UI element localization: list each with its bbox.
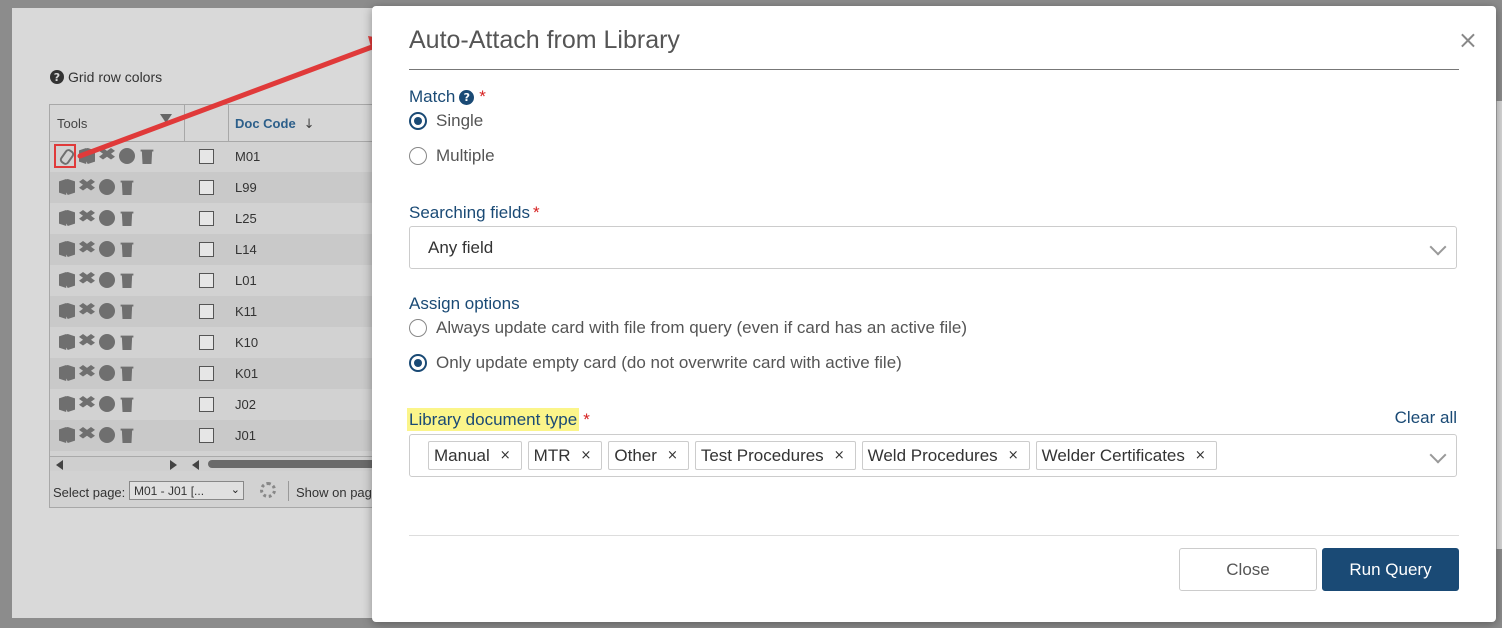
help-icon[interactable]: ? — [459, 90, 475, 105]
selected-tags: Manual × MTR × Other × Test Procedures × Weld Pr… — [428, 441, 1217, 470]
auto-attach-dialog: Auto-Attach from Library × Match? * Singl… — [372, 6, 1496, 622]
assign-always-update-radio[interactable]: Always update card with file from query … — [409, 318, 967, 338]
clear-all-link[interactable]: Clear all — [1395, 408, 1457, 428]
tag-chip: Weld Procedures × — [861, 441, 1030, 470]
radio-unselected-icon[interactable] — [409, 319, 427, 337]
tag-label: Other — [614, 445, 657, 465]
remove-tag-icon[interactable]: × — [834, 448, 845, 463]
match-label: Match? * — [409, 87, 486, 106]
searching-fields-value: Any field — [428, 238, 494, 257]
required-marker: * — [532, 203, 540, 222]
dialog-title: Auto-Attach from Library — [409, 26, 680, 54]
library-document-type-label: Library document type * — [407, 408, 590, 431]
remove-tag-icon[interactable]: × — [1008, 448, 1019, 463]
library-document-type-multiselect[interactable]: Manual × MTR × Other × Test Procedures × Weld Pr… — [409, 434, 1457, 477]
required-marker: * — [583, 410, 590, 429]
searching-fields-label: Searching fields * — [409, 203, 540, 222]
assign-only-empty-radio[interactable]: Only update empty card (do not overwrite… — [409, 353, 902, 373]
tag-label: MTR — [533, 445, 571, 465]
tag-chip: Manual × — [428, 441, 522, 470]
tag-chip: Test Procedures × — [694, 441, 856, 470]
tag-chip: Welder Certificates × — [1035, 441, 1217, 470]
close-button[interactable]: Close — [1179, 548, 1317, 591]
tag-label: Welder Certificates — [1041, 445, 1185, 465]
remove-tag-icon[interactable]: × — [1195, 448, 1206, 463]
remove-tag-icon[interactable]: × — [667, 448, 678, 463]
footer-divider — [409, 535, 1459, 536]
radio-unselected-icon[interactable] — [409, 147, 427, 165]
chevron-down-icon — [1429, 446, 1447, 464]
tag-label: Manual — [434, 445, 490, 465]
radio-selected-icon[interactable] — [409, 354, 427, 372]
match-single-radio[interactable]: Single — [409, 111, 483, 131]
remove-tag-icon[interactable]: × — [581, 448, 592, 463]
assign-options-label: Assign options — [409, 294, 520, 313]
tag-chip: MTR × — [527, 441, 603, 470]
tag-chip: Other × — [608, 441, 689, 470]
required-marker: * — [479, 87, 486, 106]
searching-fields-dropdown[interactable]: Any field — [409, 226, 1457, 269]
close-icon[interactable]: × — [1458, 28, 1478, 52]
title-divider — [409, 69, 1459, 70]
chevron-down-icon — [1429, 238, 1447, 256]
tag-label: Test Procedures — [700, 445, 824, 465]
run-query-button[interactable]: Run Query — [1322, 548, 1459, 591]
tag-label: Weld Procedures — [867, 445, 998, 465]
radio-selected-icon[interactable] — [409, 112, 427, 130]
match-multiple-radio[interactable]: Multiple — [409, 146, 495, 166]
remove-tag-icon[interactable]: × — [500, 448, 511, 463]
